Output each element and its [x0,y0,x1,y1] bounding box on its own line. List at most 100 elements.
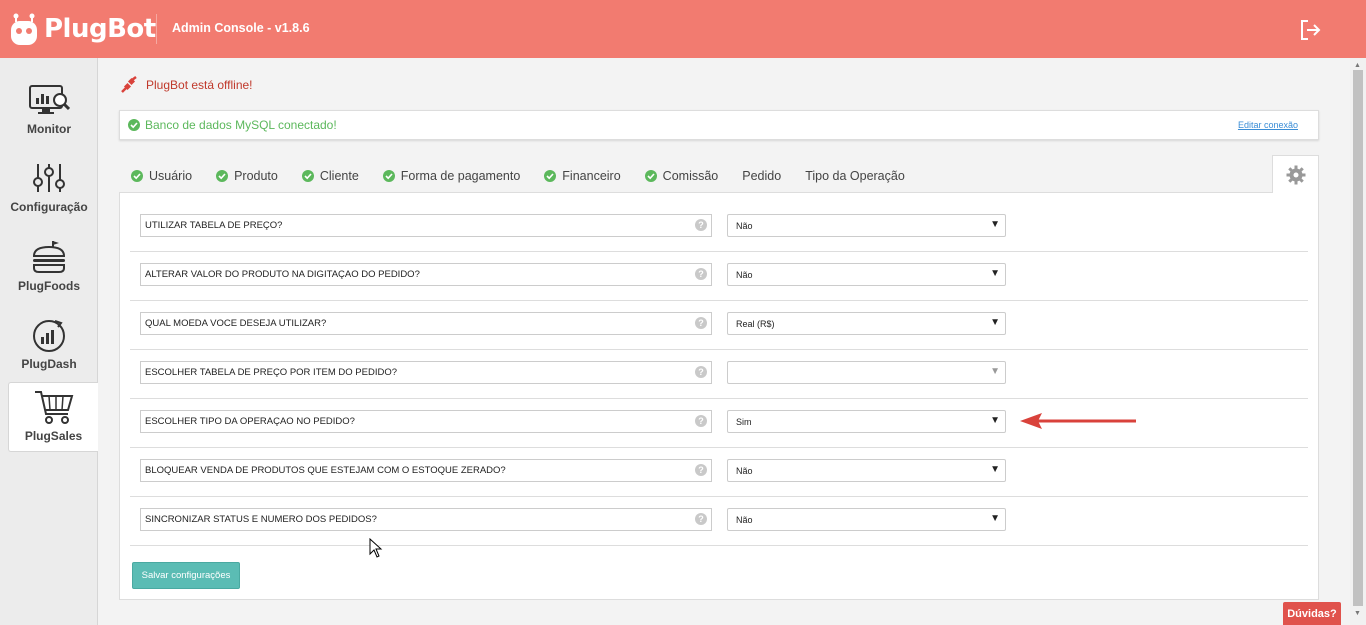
setting-question-text: BLOQUEAR VENDA DE PRODUTOS QUE ESTEJAM C… [145,465,506,476]
scroll-up-icon[interactable]: ▲ [1354,62,1361,69]
monitor-chart-icon [27,80,71,120]
setting-question-text: SINCRONIZAR STATUS E NUMERO DOS PEDIDOS? [145,514,377,525]
shopping-cart-icon [32,387,76,427]
check-circle-icon [216,170,229,182]
check-circle-icon [128,119,140,131]
help-icon[interactable]: ? [695,513,707,525]
scroll-down-icon[interactable]: ▼ [1354,610,1361,617]
tab-cliente[interactable]: Cliente [301,169,359,183]
sidebar-item-label: Configuração [10,200,88,214]
setting-select[interactable]: Sim ▼ [727,410,1006,433]
plugbot-logo[interactable]: PlugBot [10,12,156,46]
sidebar-item-plugsales[interactable]: PlugSales [8,382,98,452]
tab-label: Pedido [742,169,782,183]
sidebar-item-label: Monitor [27,122,71,136]
help-icon[interactable]: ? [695,366,707,378]
setting-select[interactable]: Real (R$) ▼ [727,312,1006,335]
vertical-scrollbar[interactable]: ▲ ▼ [1350,58,1366,625]
setting-question: BLOQUEAR VENDA DE PRODUTOS QUE ESTEJAM C… [140,459,712,482]
tab-financeiro[interactable]: Financeiro [544,169,621,183]
tab-tipo-da-operacao[interactable]: Tipo da Operação [805,169,905,183]
sidebar-item-plugdash[interactable]: PlugDash [0,311,98,389]
caret-down-icon: ▼ [990,464,1000,475]
tab-label: Cliente [319,169,359,183]
sidebar-item-monitor[interactable]: Monitor [0,76,98,154]
caret-down-icon: ▼ [990,366,1000,377]
tab-label: Financeiro [562,169,621,183]
setting-select[interactable]: Não ▼ [727,508,1006,531]
logout-button[interactable] [1298,18,1322,42]
caret-down-icon: ▼ [990,219,1000,230]
setting-select[interactable]: Não ▼ [727,263,1006,286]
gear-icon [1286,165,1305,184]
settings-panel: UTILIZAR TABELA DE PREÇO? ? Não ▼ ALTERA… [119,192,1319,600]
help-icon[interactable]: ? [695,464,707,476]
setting-select-value: Não [736,466,753,476]
setting-row: SINCRONIZAR STATUS E NUMERO DOS PEDIDOS?… [130,497,1308,546]
setting-row: QUAL MOEDA VOCE DESEJA UTILIZAR? ? Real … [130,301,1308,350]
save-settings-button[interactable]: Salvar configurações [132,562,240,589]
help-icon[interactable]: ? [695,317,707,329]
logout-icon [1301,20,1321,40]
check-circle-icon [544,170,557,182]
annotation-arrow-icon [1020,413,1136,429]
check-circle-icon [644,170,657,182]
setting-question-text: ESCOLHER TIPO DA OPERAÇAO NO PEDIDO? [145,416,355,427]
tab-bar: Usuário Produto Cliente Forma de pagamen… [131,164,929,188]
tab-produto[interactable]: Produto [216,169,278,183]
check-circle-icon [382,170,395,182]
setting-select-value: Não [736,221,753,231]
edit-connection-link[interactable]: Editar conexão [1238,120,1298,130]
help-icon[interactable]: ? [695,219,707,231]
sidebar-item-label: PlugSales [24,429,83,443]
tab-comissao[interactable]: Comissão [644,169,719,183]
setting-question: ESCOLHER TIPO DA OPERAÇAO NO PEDIDO? ? [140,410,712,433]
help-icon[interactable]: ? [695,415,707,427]
sidebar-item-configuracao[interactable]: Configuração [0,154,98,232]
setting-select[interactable]: Não ▼ [727,214,1006,237]
setting-question-text: ALTERAR VALOR DO PRODUTO NA DIGITAÇAO DO… [145,269,420,280]
db-status-bar: Banco de dados MySQL conectado! Editar c… [119,110,1319,140]
logo-text: PlugBot [44,14,156,44]
setting-select-value: Sim [736,417,752,427]
tab-forma-de-pagamento[interactable]: Forma de pagamento [382,169,521,183]
setting-select[interactable]: Não ▼ [727,459,1006,482]
setting-select-value: Não [736,515,753,525]
setting-question: ESCOLHER TABELA DE PREÇO POR ITEM DO PED… [140,361,712,384]
help-button[interactable]: Dúvidas? [1283,602,1341,625]
robot-logo-icon [11,13,37,45]
sidebar-item-label: PlugFoods [18,279,80,293]
sidebar-item-label: PlugDash [21,357,77,371]
setting-select[interactable]: ▼ [727,361,1006,384]
check-circle-icon [301,170,314,182]
setting-question-text: ESCOLHER TABELA DE PREÇO POR ITEM DO PED… [145,367,397,378]
dashboard-gauge-icon [27,315,71,355]
check-circle-icon [131,170,143,182]
offline-status: PlugBot está offline! [120,76,253,94]
db-status-text: Banco de dados MySQL conectado! [145,118,337,132]
sidebar-item-plugfoods[interactable]: PlugFoods [0,233,98,311]
setting-question-text: UTILIZAR TABELA DE PREÇO? [145,220,283,231]
help-icon[interactable]: ? [695,268,707,280]
setting-question: UTILIZAR TABELA DE PREÇO? ? [140,214,712,237]
tab-pedido[interactable]: Pedido [742,169,781,183]
main-content: PlugBot está offline! Banco de dados MyS… [98,58,1350,625]
burger-icon [27,237,71,277]
caret-down-icon: ▼ [990,317,1000,328]
caret-down-icon: ▼ [990,415,1000,426]
tab-label: Produto [234,169,278,183]
tab-label: Tipo da Operação [805,169,905,183]
scrollbar-thumb[interactable] [1353,70,1363,606]
tab-label: Comissão [662,169,719,183]
setting-question: SINCRONIZAR STATUS E NUMERO DOS PEDIDOS?… [140,508,712,531]
offline-text: PlugBot está offline! [146,78,253,92]
caret-down-icon: ▼ [990,513,1000,524]
tab-label: Forma de pagamento [400,169,521,183]
sliders-icon [27,158,71,198]
tab-settings[interactable] [1272,155,1319,193]
setting-question-text: QUAL MOEDA VOCE DESEJA UTILIZAR? [145,318,327,329]
tab-usuario[interactable]: Usuário [131,169,192,183]
caret-down-icon: ▼ [990,268,1000,279]
setting-row: ALTERAR VALOR DO PRODUTO NA DIGITAÇAO DO… [130,252,1308,301]
setting-select-value: Real (R$) [736,319,775,329]
